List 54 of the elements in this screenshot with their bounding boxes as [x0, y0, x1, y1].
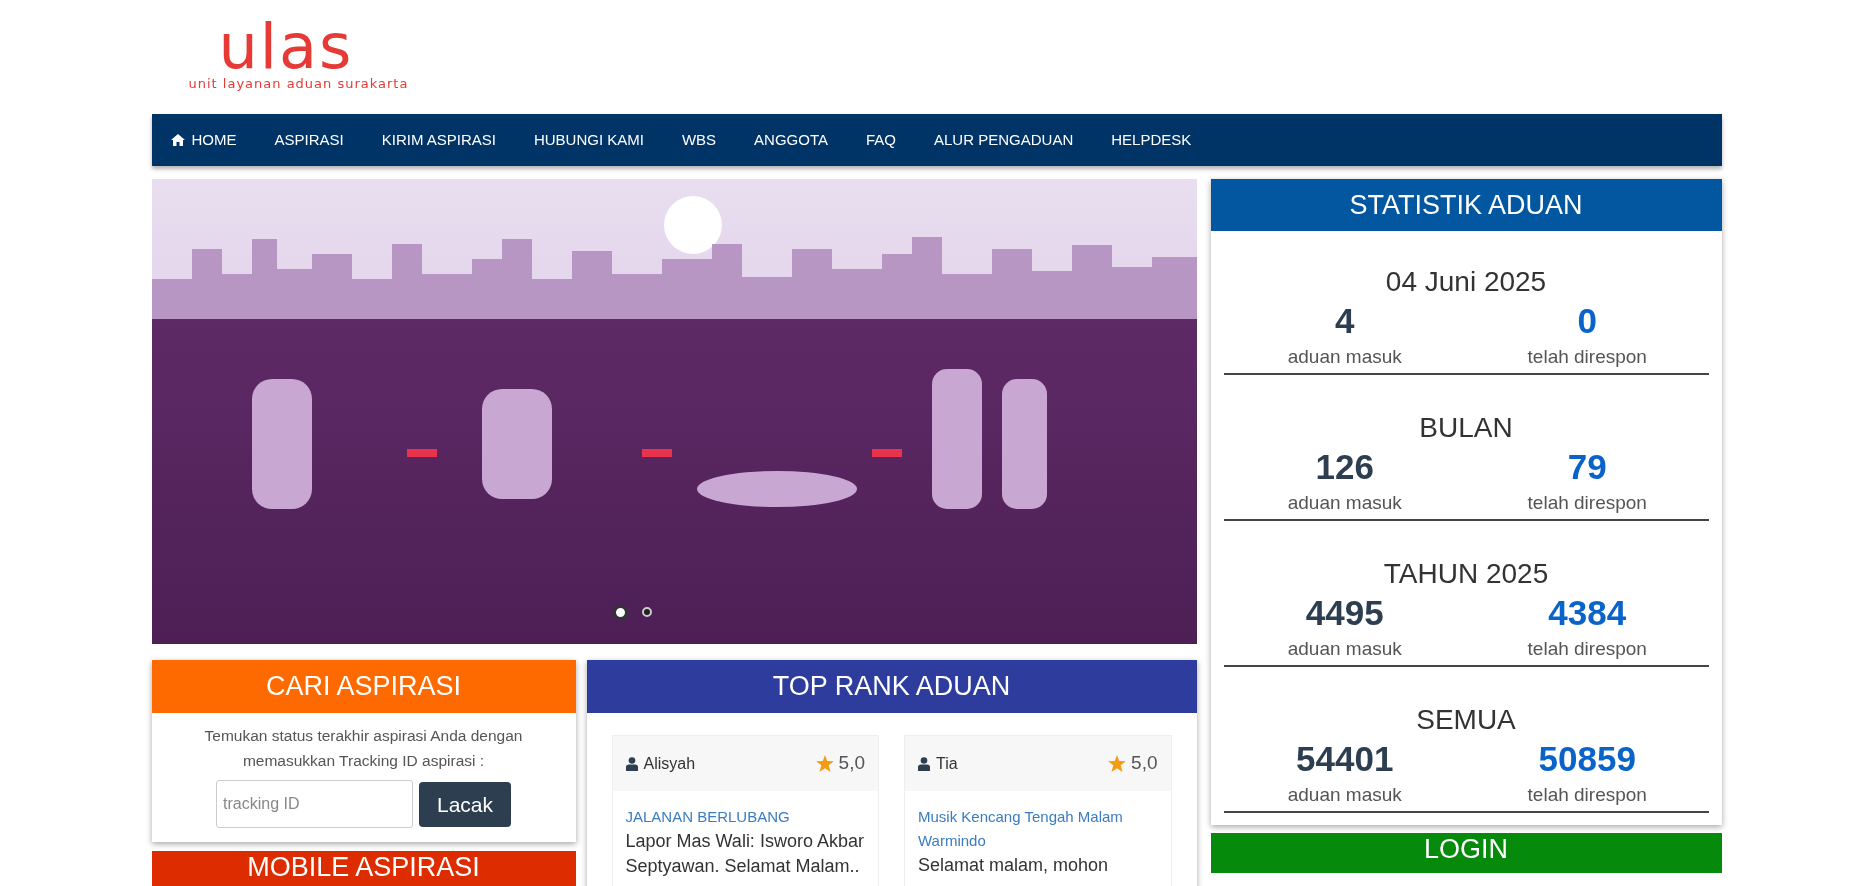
panel-header: LOGIN: [1210, 833, 1722, 873]
panel-header: STATISTIK ADUAN: [1210, 179, 1722, 231]
responded-count: 79: [1567, 446, 1607, 488]
home-icon: [170, 134, 185, 146]
nav-link[interactable]: KIRIM ASPIRASI: [381, 130, 496, 150]
rating-value: 5,0: [1131, 751, 1158, 776]
user-icon: [625, 756, 638, 771]
nav-link[interactable]: WBS: [681, 130, 717, 150]
complaint-category[interactable]: Musik Kencang Tengah Malam Warmindo: [918, 805, 1158, 853]
count-caption: telah direspon: [1527, 637, 1647, 661]
nav-link[interactable]: HELPDESK: [1111, 130, 1192, 150]
logo-wordmark[interactable]: ulas: [218, 20, 354, 74]
rating-value: 5,0: [838, 751, 865, 776]
user-icon: [918, 756, 930, 771]
nav-link[interactable]: FAQ: [866, 130, 896, 150]
complaint-category[interactable]: JALANAN BERLUBANG: [625, 805, 865, 829]
star-icon: [815, 755, 834, 772]
count-caption: aduan masuk: [1287, 783, 1402, 807]
nav-link[interactable]: ALUR PENGADUAN: [934, 130, 1074, 150]
nav-link[interactable]: ANGGOTA: [754, 130, 828, 150]
responded-count: 0: [1577, 300, 1597, 342]
nav-link[interactable]: HOME: [170, 130, 237, 150]
period-label: 04 Juni 2025: [1384, 265, 1548, 299]
period-label: TAHUN 2025: [1382, 557, 1550, 591]
count-caption: telah direspon: [1527, 491, 1647, 515]
track-button[interactable]: Lacak: [419, 782, 511, 827]
responded-count: 50859: [1538, 738, 1636, 780]
period-label: SEMUA: [1415, 703, 1517, 737]
period-label: BULAN: [1418, 411, 1514, 445]
panel-header: TOP RANK ADUAN: [586, 660, 1197, 713]
user-name: Alisyah: [643, 753, 696, 774]
received-count: 126: [1315, 446, 1374, 488]
panel-header: MOBILE ASPIRASI: [151, 851, 576, 886]
received-count: 4495: [1305, 592, 1384, 634]
logo-tagline: unit layanan aduan surakarta: [188, 76, 409, 92]
panel-header: CARI ASPIRASI: [151, 660, 576, 713]
complaint-card[interactable]: Alisyah 5,0 JALANAN BERLUBANG Lapor Mas Wali: Isworo Akbar Septyawan. Selamat Malam..: [611, 735, 879, 886]
user-name: Tia: [936, 753, 958, 774]
responded-count: 4384: [1548, 592, 1627, 634]
tracking-id-field[interactable]: tracking ID: [216, 780, 413, 828]
nav-link[interactable]: HUBUNGI KAMI: [533, 130, 644, 150]
count-caption: aduan masuk: [1287, 637, 1402, 661]
star-icon: [1108, 755, 1127, 772]
nav-link[interactable]: ASPIRASI: [274, 130, 344, 150]
received-count: 54401: [1296, 738, 1394, 780]
count-caption: telah direspon: [1527, 783, 1647, 807]
count-caption: telah direspon: [1527, 345, 1647, 369]
complaint-card[interactable]: Tia 5,0 Musik Kencang Tengah Malam Warmindo Selamat malam, mohon: [904, 735, 1172, 886]
received-count: 4: [1335, 300, 1355, 342]
complaint-text: Lapor Mas Wali: Isworo Akbar Septyawan. Selamat Malam..: [625, 830, 865, 878]
count-caption: aduan masuk: [1287, 345, 1402, 369]
count-caption: aduan masuk: [1287, 491, 1402, 515]
complaint-text: Selamat malam, mohon: [918, 854, 1110, 877]
instruction-text: Temukan status terakhir aspirasi Anda dengan memasukkan Tracking ID aspirasi :: [203, 726, 524, 771]
